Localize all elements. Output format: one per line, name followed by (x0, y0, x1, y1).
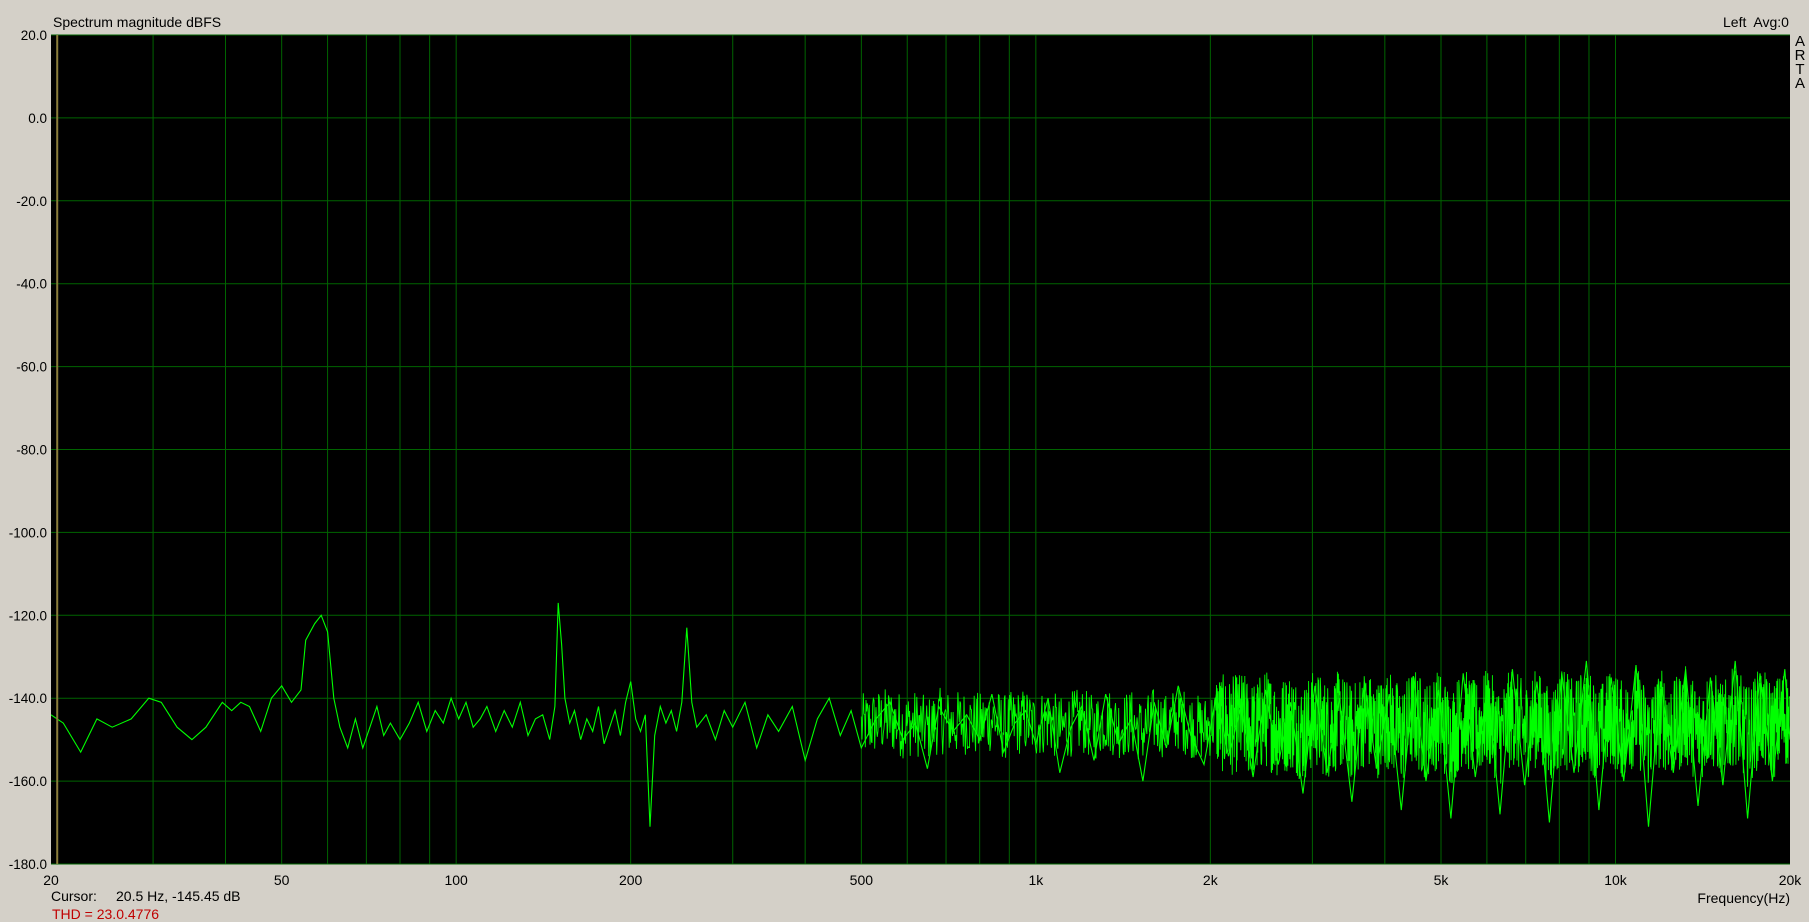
x-tick-label: 2k (1203, 872, 1219, 888)
y-tick-label: 0.0 (28, 111, 47, 126)
y-tick-label: -60.0 (16, 360, 47, 375)
x-tick-label: 200 (619, 872, 643, 888)
x-tick-label: 100 (444, 872, 468, 888)
x-tick-label: 500 (850, 872, 874, 888)
x-tick-label: 20 (43, 872, 59, 888)
y-tick-label: -180.0 (9, 857, 47, 872)
y-tick-label: -160.0 (9, 774, 47, 789)
y-tick-label: -40.0 (16, 277, 47, 292)
x-tick-label: 20k (1779, 872, 1803, 888)
x-tick-label: 5k (1434, 872, 1450, 888)
y-tick-label: 20.0 (21, 28, 47, 43)
x-tick-labels: 20 50 100 200 500 1k 2k 5k 10k 20k (43, 872, 1802, 888)
x-tick-label: 1k (1028, 872, 1044, 888)
cursor-readout: 20.5 Hz, -145.45 dB (116, 888, 241, 904)
x-tick-label: 10k (1604, 872, 1628, 888)
x-tick-label: 50 (274, 872, 290, 888)
y-tick-label: -120.0 (9, 608, 47, 623)
x-axis-title: Frequency(Hz) (1697, 890, 1790, 906)
y-tick-label: -20.0 (16, 194, 47, 209)
cursor-label: Cursor: (51, 888, 97, 904)
arta-spectrum-window: Spectrum magnitude dBFS Left Avg:0 A R T… (0, 0, 1809, 922)
y-tick-label: -140.0 (9, 691, 47, 706)
y-tick-label: -100.0 (9, 525, 47, 540)
spectrum-chart[interactable]: 20.0 0.0 -20.0 -40.0 -60.0 -80.0 -100.0 -120.0 -… (0, 0, 1809, 912)
y-tick-labels: 20.0 0.0 -20.0 -40.0 -60.0 -80.0 -100.0 -120.0 -… (9, 28, 47, 872)
thd-readout: THD = 23.0.4776 (52, 906, 160, 922)
y-tick-label: -80.0 (16, 443, 47, 458)
